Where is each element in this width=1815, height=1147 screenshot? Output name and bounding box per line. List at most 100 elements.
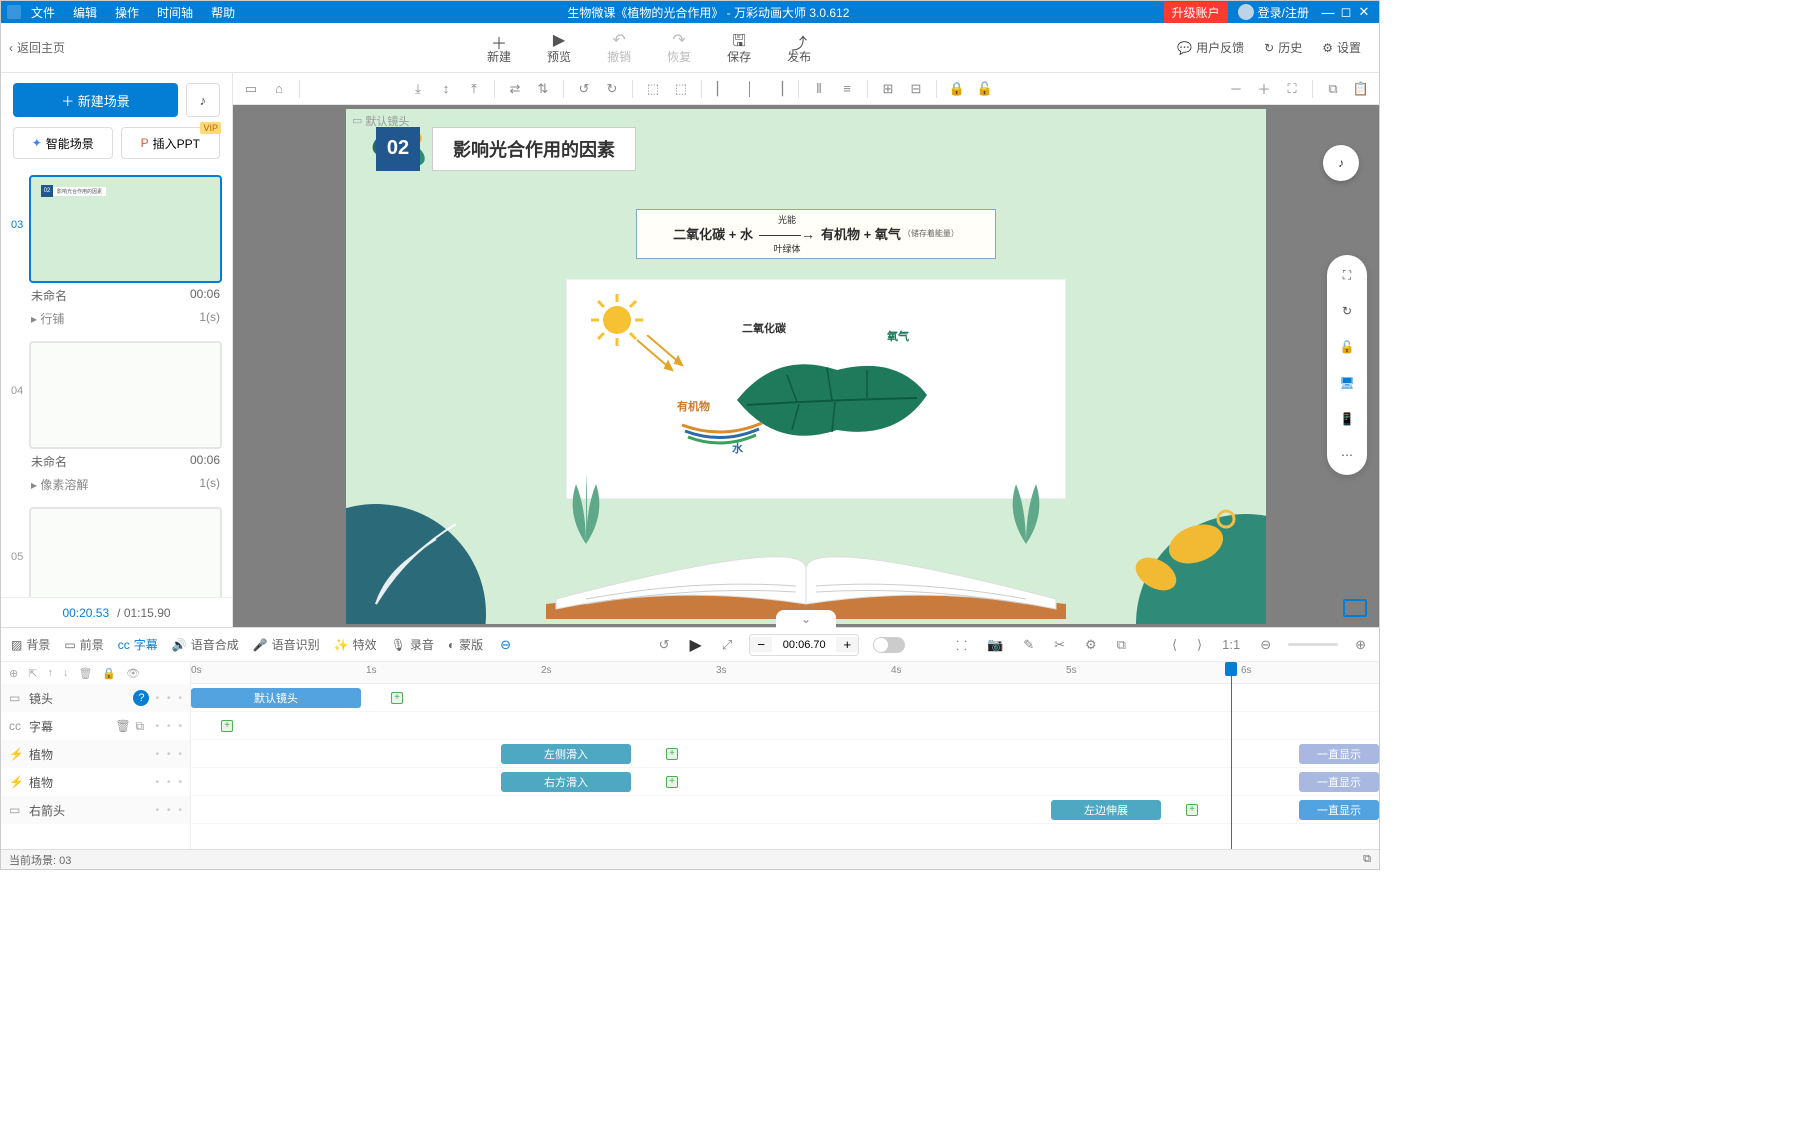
- filter-tool-icon[interactable]: ⚙: [1082, 637, 1100, 653]
- zoom-in-tl-icon[interactable]: ⊕: [1352, 637, 1369, 653]
- track-header-4[interactable]: ▭右箭头•••: [1, 796, 190, 824]
- camera-tool-icon[interactable]: 📷: [984, 637, 1006, 653]
- align-top-icon[interactable]: ⤓: [408, 79, 428, 99]
- rewind-icon[interactable]: ↺: [656, 637, 673, 653]
- safe-zone-icon[interactable]: [1343, 599, 1367, 617]
- zoom-out-tl-icon[interactable]: ⊖: [1257, 637, 1274, 653]
- align-vcenter-icon[interactable]: ↕: [436, 79, 456, 99]
- unlock-icon[interactable]: 🔓: [975, 79, 995, 99]
- layers-icon[interactable]: ▭: [241, 79, 261, 99]
- zoom-slider[interactable]: [1288, 643, 1338, 646]
- unlock-view-icon[interactable]: 🔓: [1337, 337, 1357, 357]
- menu-file[interactable]: 文件: [31, 4, 55, 21]
- keyframe-add[interactable]: +: [391, 692, 403, 704]
- publish-button[interactable]: ⤴发布: [787, 30, 811, 65]
- fit-icon[interactable]: ⛶: [1282, 79, 1302, 99]
- clip[interactable]: 左边伸展: [1051, 800, 1161, 820]
- menu-timeline[interactable]: 时间轴: [157, 4, 193, 21]
- back-home-button[interactable]: ‹返回主页: [1, 39, 121, 56]
- time-minus-button[interactable]: −: [750, 637, 772, 652]
- save-button[interactable]: 🖫保存: [727, 30, 751, 65]
- dist-h-icon[interactable]: ⫴: [809, 79, 829, 99]
- ai-scene-button[interactable]: ✦智能场景: [13, 127, 113, 159]
- clip[interactable]: 默认镜头: [191, 688, 361, 708]
- menu-help[interactable]: 帮助: [211, 4, 235, 21]
- upgrade-button[interactable]: 升级账户: [1164, 2, 1228, 23]
- keyframe-add[interactable]: +: [666, 776, 678, 788]
- marker-icon[interactable]: ⸬: [953, 636, 970, 654]
- zoom-in-icon[interactable]: ＋: [1254, 79, 1274, 99]
- align-left-icon[interactable]: ▏: [712, 79, 732, 99]
- slide-canvas[interactable]: ▭ 默认镜头 02 影响光合作用的因素 二氧化碳 + 水 光能 ———→ 叶绿体: [346, 109, 1266, 624]
- scene-sound-button[interactable]: ♪: [186, 83, 220, 117]
- music-fab-button[interactable]: ♪: [1323, 145, 1359, 181]
- menu-edit[interactable]: 编辑: [73, 4, 97, 21]
- maximize-button[interactable]: ◻: [1337, 4, 1355, 20]
- minimize-button[interactable]: —: [1319, 5, 1337, 20]
- align-bottom-icon[interactable]: ⤒: [464, 79, 484, 99]
- group-icon[interactable]: ⊞: [878, 79, 898, 99]
- close-button[interactable]: ✕: [1355, 4, 1373, 20]
- keyframe-add[interactable]: +: [666, 748, 678, 760]
- time-plus-button[interactable]: +: [836, 637, 858, 652]
- track-1[interactable]: +: [191, 712, 1379, 740]
- track-4[interactable]: 左边伸展 + 一直显示: [191, 796, 1379, 824]
- tab-fx[interactable]: ✨特效: [334, 636, 377, 653]
- bracket-right-icon[interactable]: ⟩: [1194, 637, 1205, 653]
- time-input[interactable]: [772, 639, 836, 651]
- flip-h-icon[interactable]: ⇄: [505, 79, 525, 99]
- link-tool-icon[interactable]: ⧉: [1114, 637, 1129, 653]
- track-0[interactable]: 默认镜头 +: [191, 684, 1379, 712]
- ratio-icon[interactable]: 1:1: [1219, 637, 1243, 652]
- align-right-icon[interactable]: ▕: [768, 79, 788, 99]
- clip-tail[interactable]: 一直显示: [1299, 744, 1379, 764]
- clip[interactable]: 右方滑入: [501, 772, 631, 792]
- new-button[interactable]: ＋新建: [487, 30, 511, 65]
- bring-front-icon[interactable]: ⬚: [643, 79, 663, 99]
- keyframe-add[interactable]: +: [1186, 804, 1198, 816]
- tab-tts[interactable]: 🔊语音合成: [172, 636, 239, 653]
- scene-thumb-04[interactable]: 未命名00:06▸ 像素溶解1(s): [29, 341, 222, 499]
- track-header-3[interactable]: ⚡植物•••: [1, 768, 190, 796]
- new-scene-button[interactable]: ＋ 新建场景: [13, 83, 178, 117]
- track-3[interactable]: 右方滑入 + 一直显示: [191, 768, 1379, 796]
- mobile-view-icon[interactable]: 📱: [1337, 409, 1357, 429]
- tl-add-icon[interactable]: ⊕: [9, 667, 18, 680]
- clip-tail[interactable]: 一直显示: [1299, 772, 1379, 792]
- track-header-1[interactable]: cc字幕🗑⧉•••: [1, 712, 190, 740]
- track-header-0[interactable]: ▭镜头?•••: [1, 684, 190, 712]
- tl-up-icon[interactable]: ↑: [47, 667, 53, 679]
- bracket-left-icon[interactable]: ⟨: [1169, 637, 1180, 653]
- scene-thumb-03[interactable]: 02影响光合作用的因素未命名00:06▸ 行铺1(s): [29, 175, 222, 333]
- cut-tool-icon[interactable]: ✂: [1051, 637, 1068, 653]
- settings-link[interactable]: ⚙设置: [1322, 39, 1361, 56]
- dist-v-icon[interactable]: ≡: [837, 79, 857, 99]
- flip-v-icon[interactable]: ⇅: [533, 79, 553, 99]
- rotate-icon[interactable]: ↻: [1337, 301, 1357, 321]
- tab-sub[interactable]: cc字幕: [118, 636, 158, 653]
- zoom-out-icon[interactable]: －: [1226, 79, 1246, 99]
- tab-fg[interactable]: ▭前景: [64, 636, 103, 653]
- tab-rec[interactable]: 🎙录音: [391, 636, 434, 653]
- preview-button[interactable]: ▶预览: [547, 30, 571, 65]
- clip-tail[interactable]: 一直显示: [1299, 800, 1379, 820]
- tl-eye-icon[interactable]: 👁: [126, 667, 140, 680]
- history-link[interactable]: ↻历史: [1264, 39, 1302, 56]
- edit-tool-icon[interactable]: ✎: [1020, 637, 1037, 653]
- menu-action[interactable]: 操作: [115, 4, 139, 21]
- login-link[interactable]: 登录/注册: [1258, 4, 1309, 21]
- paste-icon[interactable]: 📋: [1351, 79, 1371, 99]
- tab-bg[interactable]: ▨背景: [11, 636, 50, 653]
- tab-mask[interactable]: ◐蒙版: [448, 636, 483, 653]
- tab-more-icon[interactable]: ⊖: [497, 637, 514, 653]
- more-view-icon[interactable]: ⋯: [1337, 445, 1357, 465]
- expand-icon[interactable]: ⤢: [719, 637, 735, 653]
- track-header-2[interactable]: ⚡植物•••: [1, 740, 190, 768]
- rotate-left-icon[interactable]: ↺: [574, 79, 594, 99]
- home-icon[interactable]: ⌂: [269, 79, 289, 99]
- fullscreen-icon[interactable]: ⛶: [1337, 265, 1357, 285]
- clip[interactable]: 左侧滑入: [501, 744, 631, 764]
- feedback-link[interactable]: 💬用户反馈: [1177, 39, 1244, 56]
- play-button[interactable]: ▶: [687, 635, 705, 655]
- insert-ppt-button[interactable]: P插入PPTVIP: [121, 127, 221, 159]
